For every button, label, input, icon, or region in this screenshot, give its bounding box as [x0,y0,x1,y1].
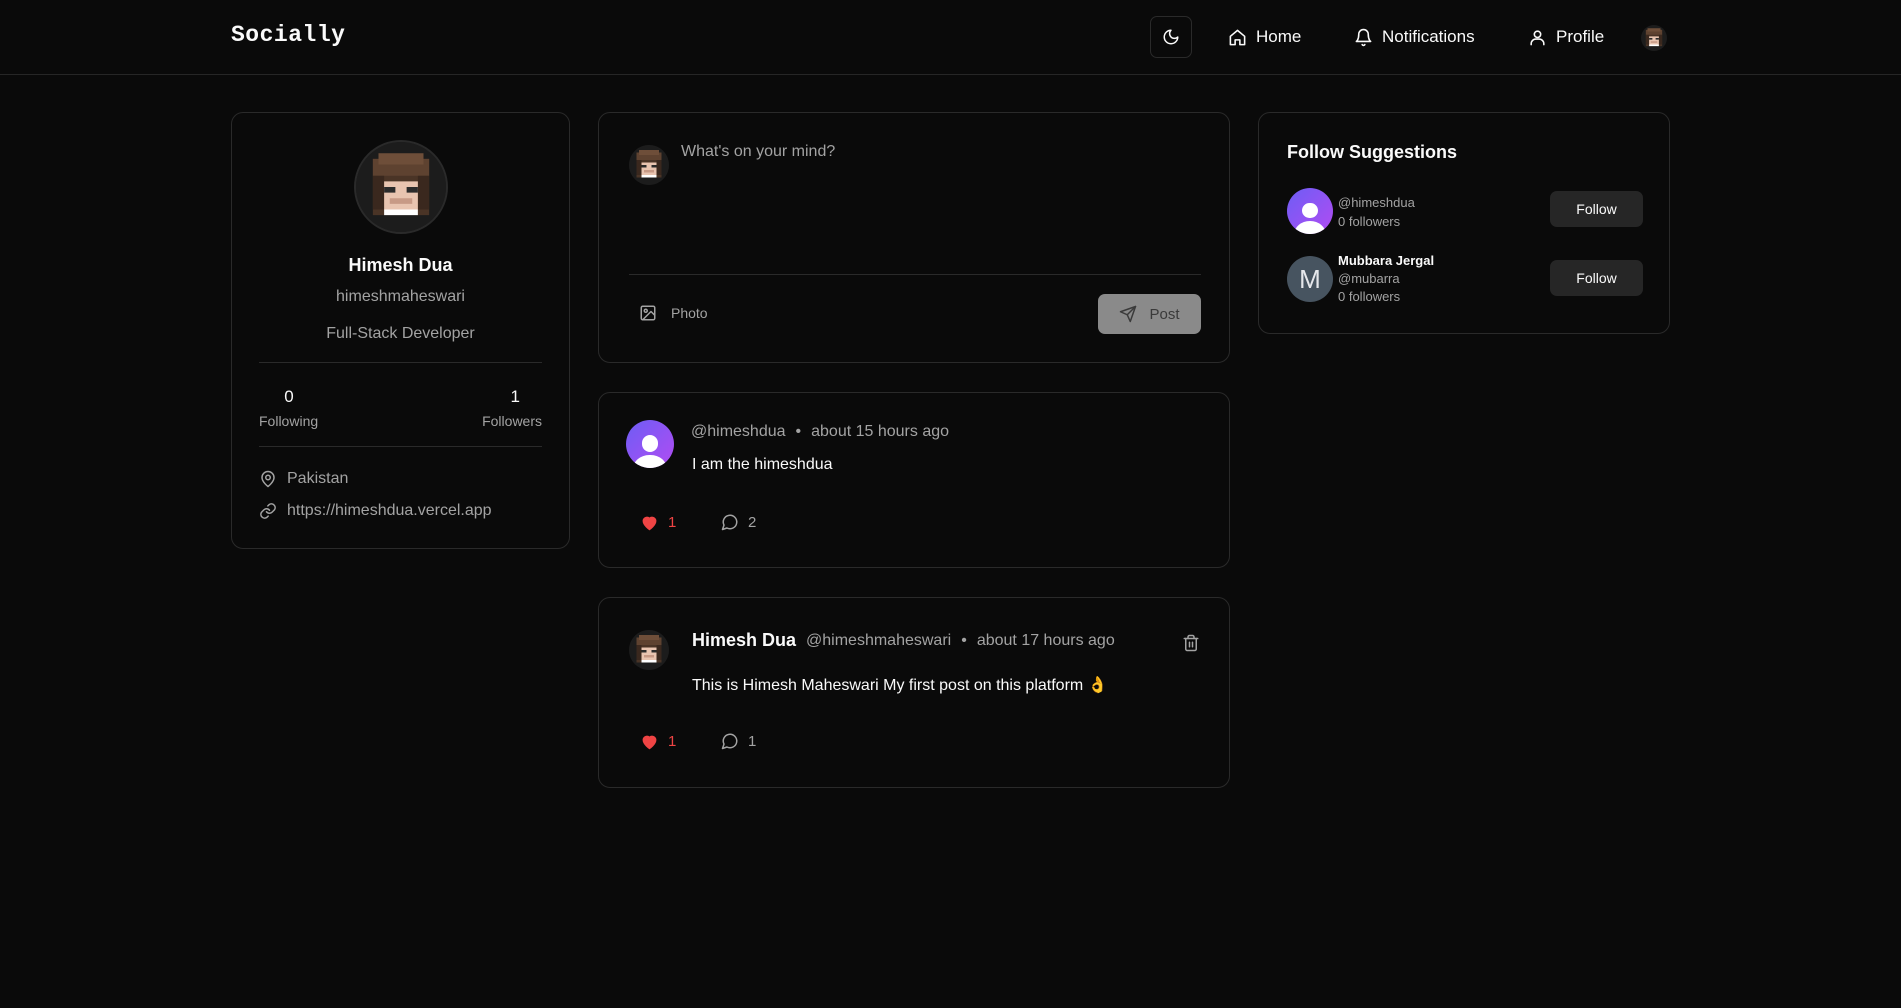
post-card: Himesh Dua @himeshmaheswari • about 17 h… [598,597,1230,788]
user-menu-avatar[interactable] [1641,25,1667,51]
post-author-avatar[interactable] [629,630,669,670]
website-link[interactable]: https://himeshdua.vercel.app [287,502,492,520]
like-button[interactable]: 1 [640,732,676,751]
post-author-handle[interactable]: @himeshmaheswari [806,632,951,650]
nav-notifications-link[interactable]: Notifications [1354,16,1475,58]
suggestion-handle: @himeshdua [1338,195,1415,210]
profile-location: Pakistan [259,470,348,488]
follow-button[interactable]: Follow [1550,191,1643,227]
profile-bio: Full-Stack Developer [326,325,475,342]
suggestion-followers: 0 followers [1338,214,1401,229]
composer-card: textarea::placeholder{color:#a3a3a3} Pho… [598,112,1230,363]
like-count: 1 [668,514,677,531]
follow-suggestions-card: Follow Suggestions @himeshdua 0 follower… [1258,112,1670,334]
follow-button[interactable]: Follow [1550,260,1643,296]
comment-button[interactable]: 1 [721,732,756,750]
composer-avatar [629,145,669,185]
composer-divider [629,274,1201,275]
post-author-handle[interactable]: @himeshdua [691,423,786,441]
nav-profile-label: Profile [1556,27,1605,46]
post-meta-separator: • [795,423,802,440]
delete-post-button[interactable] [1182,634,1200,657]
profile-avatar[interactable] [354,140,448,234]
heart-icon [642,516,657,531]
comment-button[interactable]: 2 [721,513,756,531]
following-count: 0 [284,387,294,406]
suggestion-item: M Mubbara Jergal @mubarra 0 followers Fo… [1287,253,1643,305]
profile-card: Himesh Dua himeshmaheswari Full-Stack De… [231,112,570,549]
comment-count: 2 [748,513,757,531]
post-button-label: Post [1149,305,1180,323]
like-count: 1 [668,733,677,750]
like-button[interactable]: 1 [640,513,676,532]
post-button[interactable]: Post [1098,294,1201,334]
nav-home-label: Home [1256,27,1302,46]
composer-textarea[interactable] [681,143,1201,253]
send-icon [1120,305,1137,323]
suggestion-handle: @mubarra [1338,271,1400,286]
post-content: I am the himeshdua [692,456,833,473]
link-icon [260,503,276,519]
suggestions-title: Follow Suggestions [1287,142,1457,162]
comment-count: 1 [748,732,757,750]
followers-label: Followers [482,413,542,429]
post-meta: Himesh Dua @himeshmaheswari • about 17 h… [692,630,1115,651]
suggestion-followers: 0 followers [1338,289,1401,304]
bell-icon [1355,28,1372,46]
location-text: Pakistan [287,470,349,487]
profile-divider-top [259,362,542,363]
profile-name[interactable]: Himesh Dua [232,255,569,276]
suggestion-item: @himeshdua 0 followers Follow [1287,186,1643,234]
followers-stat[interactable]: 1 Followers [482,387,542,429]
map-pin-icon [261,470,275,488]
suggestion-name[interactable]: Mubbara Jergal [1338,253,1434,268]
profile-divider-bottom [259,446,542,447]
post-meta-separator: • [961,631,967,649]
post-author-name[interactable]: Himesh Dua [692,630,796,651]
nav-profile-link[interactable]: Profile [1528,16,1604,58]
comment-icon [721,514,738,531]
user-icon [1530,29,1545,45]
profile-website[interactable]: https://himeshdua.vercel.app [259,502,492,520]
followers-count: 1 [510,387,520,406]
brand-logo[interactable]: Socially [231,22,345,48]
moon-icon [1163,29,1179,45]
photo-button[interactable]: Photo [639,304,708,322]
following-stat[interactable]: 0 Following [259,387,319,429]
post-timestamp: about 17 hours ago [976,631,1115,649]
image-icon [640,305,656,321]
post-timestamp: about 15 hours ago [811,423,950,440]
post-card: @himeshdua • about 15 hours ago I am the… [598,392,1230,568]
comment-icon [721,733,738,750]
suggestion-avatar[interactable]: M [1287,256,1333,302]
post-content: This is Himesh Maheswari My first post o… [692,677,1108,694]
home-icon [1229,29,1246,45]
photo-label: Photo [671,305,708,321]
top-navbar: Socially Home Notifications Profile [0,0,1901,75]
trash-icon [1183,634,1199,652]
following-label: Following [259,413,319,429]
heart-icon [642,735,657,750]
nav-notifications-label: Notifications [1382,27,1475,46]
post-meta: @himeshdua • about 15 hours ago [681,423,949,441]
nav-home-link[interactable]: Home [1228,16,1301,58]
suggestion-avatar[interactable] [1287,188,1333,234]
profile-username: himeshmaheswari [336,288,465,305]
theme-toggle-button[interactable] [1150,16,1192,58]
post-author-avatar[interactable] [626,420,674,468]
